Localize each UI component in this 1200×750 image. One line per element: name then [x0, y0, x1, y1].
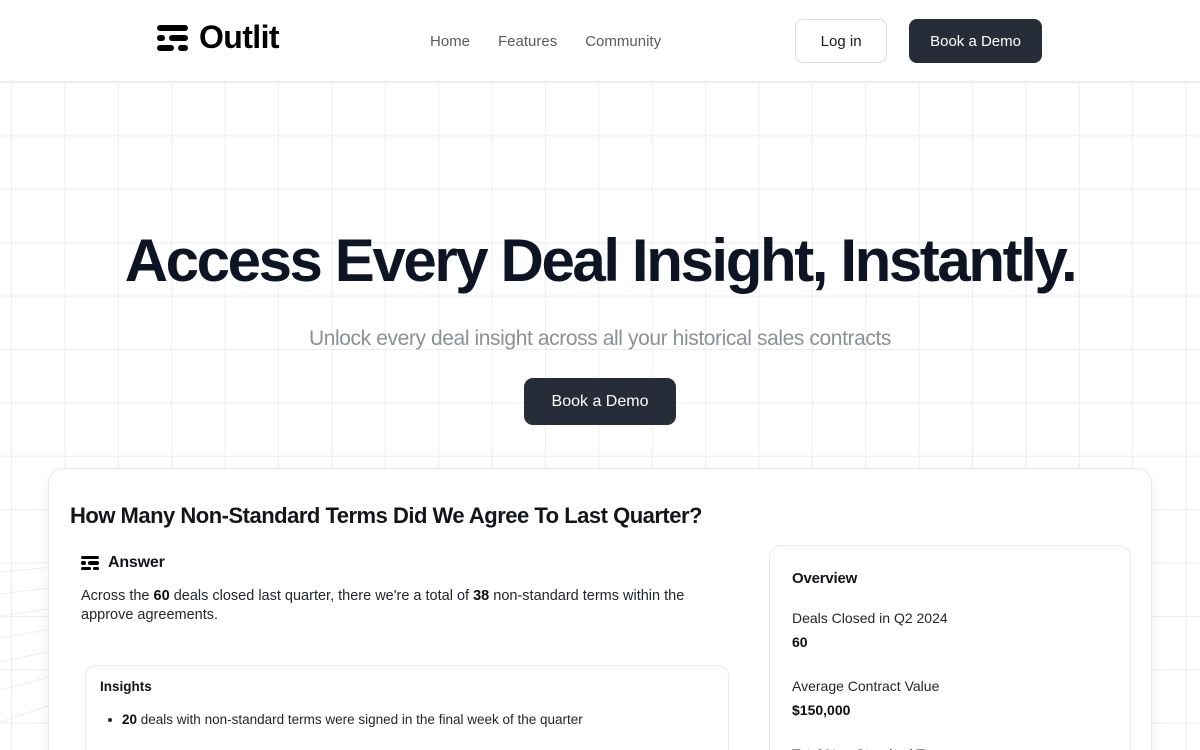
- brand-logo[interactable]: Outlit: [157, 19, 280, 55]
- hero-section: Access Every Deal Insight, Instantly. Un…: [0, 82, 1200, 750]
- logo-bar: [169, 35, 188, 41]
- site-header: Outlit Home Features Community Log in Bo…: [0, 0, 1200, 82]
- logo-row-2: [157, 35, 188, 41]
- answer-text-p2: deals closed last quarter, there we're a…: [169, 588, 474, 604]
- answer-card: How Many Non-Standard Terms Did We Agree…: [48, 468, 1152, 750]
- hero-title: Access Every Deal Insight, Instantly.: [124, 227, 1078, 294]
- login-button[interactable]: Log in: [795, 19, 888, 63]
- logo-bar: [93, 567, 99, 571]
- insight-lead-0: 20: [122, 712, 138, 727]
- overview-stat-total-non-standard-terms: Total Non-Standard Terms 38: [792, 744, 1112, 750]
- list-item: 20 deals with non-standard terms were si…: [104, 711, 714, 729]
- overview-stat-deals-closed: Deals Closed in Q2 2024 60: [792, 608, 1112, 652]
- main-navigation: Home Features Community: [430, 32, 661, 52]
- logo-row-3: [81, 567, 99, 571]
- answer-header: Answer: [81, 554, 745, 572]
- stat-label: Deals Closed in Q2 2024: [792, 610, 948, 626]
- hero-subtitle: Unlock every deal insight across all you…: [308, 327, 892, 350]
- logo-bar: [88, 561, 99, 565]
- answer-text-b2: 38: [473, 588, 490, 604]
- answer-text-b1: 60: [153, 588, 170, 604]
- logo-bar: [157, 35, 165, 41]
- answer-label: Answer: [108, 554, 165, 571]
- card-question-title: How Many Non-Standard Terms Did We Agree…: [70, 503, 703, 528]
- insights-title: Insights: [100, 679, 152, 694]
- header-actions: Log in Book a Demo: [795, 19, 1042, 63]
- nav-item-features[interactable]: Features: [498, 32, 557, 52]
- logo-bar: [81, 567, 91, 571]
- hero-cta-container: Book a Demo: [0, 378, 1200, 425]
- overview-title: Overview: [792, 570, 858, 587]
- logo-row-2: [81, 561, 99, 565]
- logo-row-1: [157, 25, 188, 31]
- logo-bar: [157, 45, 174, 51]
- outlit-bars-logo-icon: [157, 25, 188, 51]
- overview-panel: Overview Deals Closed in Q2 2024 60 Aver…: [769, 545, 1131, 750]
- overview-stat-avg-contract-value: Average Contract Value $150,000: [792, 676, 1112, 720]
- book-demo-header-button[interactable]: Book a Demo: [909, 19, 1042, 63]
- stat-label: Average Contract Value: [792, 678, 940, 694]
- stat-value: 60: [792, 634, 808, 650]
- logo-bar: [81, 561, 86, 565]
- answer-text-p1: Across the: [81, 588, 154, 604]
- logo-row-3: [157, 45, 188, 51]
- nav-item-home[interactable]: Home: [430, 32, 470, 52]
- logo-bar: [81, 555, 99, 559]
- logo-row-1: [81, 555, 99, 559]
- overview-stats: Deals Closed in Q2 2024 60 Average Contr…: [792, 608, 1112, 750]
- answer-body-text: Across the 60 deals closed last quarter,…: [81, 587, 701, 625]
- logo-bar: [178, 45, 188, 51]
- outlit-bars-logo-icon: [81, 555, 99, 571]
- nav-item-community[interactable]: Community: [585, 32, 661, 52]
- stat-value: $150,000: [792, 702, 851, 718]
- logo-bar: [157, 25, 188, 31]
- insight-rest-0: deals with non-standard terms were signe…: [137, 712, 583, 727]
- answer-column: Answer Across the 60 deals closed last q…: [81, 554, 745, 625]
- insights-list: 20 deals with non-standard terms were si…: [104, 711, 714, 750]
- brand-name: Outlit: [199, 19, 280, 55]
- book-demo-hero-button[interactable]: Book a Demo: [523, 378, 677, 425]
- insights-panel: Insights 20 deals with non-standard term…: [85, 665, 729, 750]
- stat-label: Total Non-Standard Terms: [792, 744, 1112, 750]
